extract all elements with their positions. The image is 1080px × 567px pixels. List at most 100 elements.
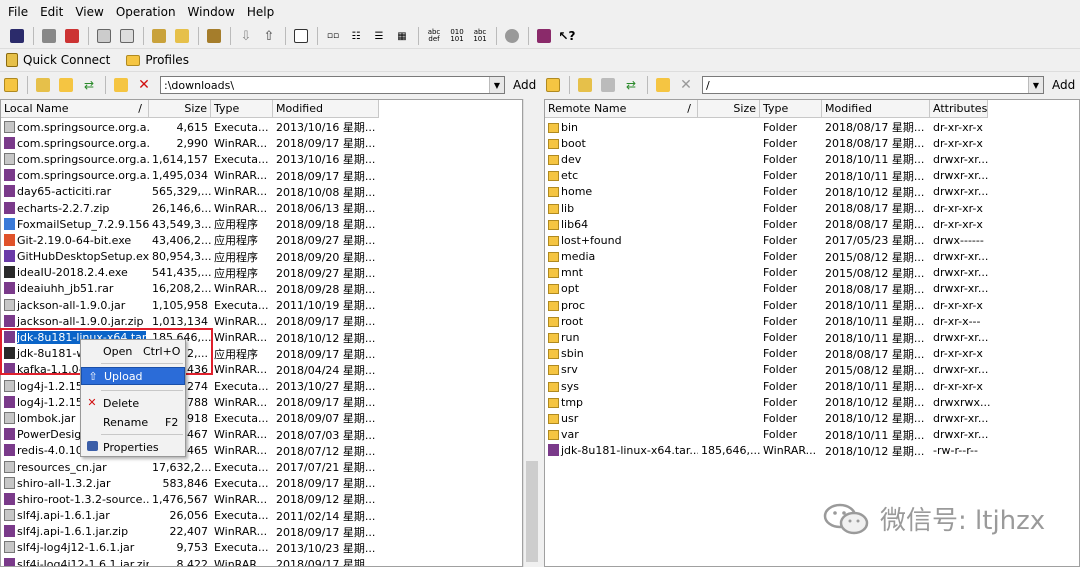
remote-file-list[interactable]: Remote Name / Size Type Modified Attribu…	[544, 99, 1080, 567]
filter-icon[interactable]	[203, 26, 225, 46]
download-icon[interactable]: ⇩	[235, 26, 257, 46]
table-row[interactable]: log4j-1.2.15j 274 Executa... 2013/10/27 星期.…	[1, 378, 379, 394]
table-row[interactable]: boot Folder 2018/08/17 星期... dr-xr-xr-x	[545, 135, 998, 151]
table-row[interactable]: run Folder 2018/10/11 星期... drwxr-xr...	[545, 329, 998, 345]
col-size[interactable]: Size	[149, 100, 211, 117]
remote-home-icon[interactable]	[574, 75, 596, 95]
table-row[interactable]: bin Folder 2018/08/17 星期... dr-xr-xr-x	[545, 119, 998, 135]
menu-window[interactable]: Window	[188, 5, 235, 19]
menu-item-rename[interactable]: Rename F2	[81, 413, 185, 431]
menu-operation[interactable]: Operation	[116, 5, 176, 19]
table-row[interactable]: com.springsource.org.a... 1,495,034 WinRAR…	[1, 168, 379, 184]
ascii-mode-icon[interactable]: abc def	[423, 26, 445, 46]
table-row[interactable]: log4j-1.2.15.j 788 WinRAR... 2018/09/17 星期.…	[1, 394, 379, 410]
local-refresh-icon[interactable]: ⇄	[78, 75, 100, 95]
table-row[interactable]: PowerDesign 467 WinRAR... 2018/07/03 星期...	[1, 427, 379, 443]
table-row[interactable]: shiro-root-1.3.2-source... 1,476,567 WinRA…	[1, 491, 379, 507]
table-row[interactable]: usr Folder 2018/10/12 星期... drwxr-xr...	[545, 410, 998, 426]
menu-edit[interactable]: Edit	[40, 5, 63, 19]
table-row[interactable]: GitHubDesktopSetup.exe 80,954,3... 应用程序 201…	[1, 249, 379, 265]
menu-help[interactable]: Help	[247, 5, 274, 19]
table-row[interactable]: slf4j-log4j12-1.6.1.jar 9,753 Executa... 20…	[1, 540, 379, 556]
table-row[interactable]: slf4j-log4j12-1.6.1.jar.zip 8,422 WinRAR..…	[1, 556, 379, 566]
table-row[interactable]: FoxmailSetup_7.2.9.156.... 43,549,3... 应用程…	[1, 216, 379, 232]
properties-icon[interactable]	[148, 26, 170, 46]
table-row[interactable]: kafka-1.1.0-s 436 WinRAR... 2018/04/24 星期..…	[1, 362, 379, 378]
table-row[interactable]: lib Folder 2018/08/17 星期... dr-xr-xr-x	[545, 200, 998, 216]
menu-view[interactable]: View	[75, 5, 103, 19]
col-modified[interactable]: Modified	[273, 100, 379, 117]
menu-item-open[interactable]: Open Ctrl+O	[81, 342, 185, 360]
table-row[interactable]: ideaIU-2018.2.4.exe 541,435,... 应用程序 2018/0…	[1, 265, 379, 281]
remote-add-button[interactable]: Add	[1052, 78, 1075, 92]
table-row[interactable]: jdk-8u181-wi 2,... 应用程序 2018/09/17 星期...	[1, 346, 379, 362]
table-row[interactable]: lombok.jar 918 Executa... 2018/09/07 星期...	[1, 410, 379, 426]
table-row[interactable]: etc Folder 2018/10/11 星期... drwxr-xr...	[545, 168, 998, 184]
table-row[interactable]: srv Folder 2015/08/12 星期... drwxr-xr...	[545, 362, 998, 378]
table-row[interactable]: var Folder 2018/10/11 星期... drwxr-xr...	[545, 427, 998, 443]
table-row[interactable]: jackson-all-1.9.0.jar.zip 1,013,134 WinRAR…	[1, 313, 379, 329]
table-row[interactable]: opt Folder 2018/08/17 星期... drwxr-xr...	[545, 281, 998, 297]
col-modified[interactable]: Modified	[822, 100, 930, 117]
table-row[interactable]: dev Folder 2018/10/11 星期... drwxr-xr...	[545, 151, 998, 167]
col-remote-name[interactable]: Remote Name /	[545, 100, 698, 117]
table-row[interactable]: ideaiuhh_jb51.rar 16,208,2... WinRAR... 201…	[1, 281, 379, 297]
menu-item-properties[interactable]: Properties	[81, 438, 185, 456]
table-row[interactable]: slf4j.api-1.6.1.jar 26,056 Executa... 2011/…	[1, 508, 379, 524]
table-row[interactable]: com.springsource.org.a... 4,615 Executa...…	[1, 119, 379, 135]
help-book-icon[interactable]	[533, 26, 555, 46]
table-row[interactable]: com.springsource.org.a... 1,614,157 Execut…	[1, 151, 379, 167]
view-tree-icon[interactable]: ☷	[345, 26, 367, 46]
table-row[interactable]: lost+found Folder 2017/05/23 星期... drwx----…	[545, 232, 998, 248]
table-row[interactable]: media Folder 2015/08/12 星期... drwxr-xr...	[545, 249, 998, 265]
remote-delete-icon[interactable]: ✕	[675, 75, 697, 95]
local-folder-up-icon[interactable]	[0, 75, 22, 95]
folder-new-icon[interactable]	[171, 26, 193, 46]
table-row[interactable]: sys Folder 2018/10/11 星期... dr-xr-xr-x	[545, 378, 998, 394]
table-row[interactable]: home Folder 2018/10/12 星期... drwxr-xr...	[545, 184, 998, 200]
col-size[interactable]: Size	[698, 100, 760, 117]
table-row[interactable]: jdk-8u181-linux-x64.tar 185,646,... WinRAR…	[1, 329, 379, 345]
table-row[interactable]: slf4j.api-1.6.1.jar.zip 22,407 WinRAR... 20…	[1, 524, 379, 540]
view-details-icon[interactable]: ▦	[391, 26, 413, 46]
whats-this-icon[interactable]: ↖?	[556, 26, 578, 46]
table-row[interactable]: shiro-all-1.3.2.jar 583,846 Executa... 2018…	[1, 475, 379, 491]
table-row[interactable]: day65-acticiti.rar 565,329,... WinRAR... 20…	[1, 184, 379, 200]
local-scrollbar-thumb[interactable]	[526, 461, 538, 562]
menu-item-delete[interactable]: ✕ Delete	[81, 394, 185, 412]
table-row[interactable]: Git-2.19.0-64-bit.exe 43,406,2... 应用程序 2018…	[1, 232, 379, 248]
table-row[interactable]: sbin Folder 2018/08/17 星期... dr-xr-xr-x	[545, 346, 998, 362]
col-local-name[interactable]: Local Name /	[1, 100, 149, 117]
col-attributes[interactable]: Attributes	[930, 100, 988, 117]
save-icon[interactable]	[6, 26, 28, 46]
paste-icon[interactable]	[116, 26, 138, 46]
table-row[interactable]: jackson-all-1.9.0.jar 1,105,958 Executa...…	[1, 297, 379, 313]
table-row[interactable]: jdk-8u181-linux-x64.tar.... 185,646,... Wi…	[545, 443, 998, 459]
quick-connect-button[interactable]: Quick Connect	[6, 53, 110, 67]
disconnect-icon[interactable]	[61, 26, 83, 46]
remote-new-folder-icon[interactable]	[652, 75, 674, 95]
table-row[interactable]: resources_cn.jar 17,632,2... Executa... 201…	[1, 459, 379, 475]
chevron-down-icon[interactable]: ▼	[1028, 77, 1043, 93]
col-type[interactable]: Type	[211, 100, 273, 117]
remote-folder-up-icon[interactable]	[542, 75, 564, 95]
local-path-input[interactable]: :\downloads\ ▼	[160, 76, 505, 94]
local-add-button[interactable]: Add	[513, 78, 536, 92]
local-scrollbar[interactable]	[523, 99, 540, 567]
menu-file[interactable]: File	[8, 5, 28, 19]
col-type[interactable]: Type	[760, 100, 822, 117]
auto-mode-icon[interactable]: abc 101	[469, 26, 491, 46]
stop-icon[interactable]	[501, 26, 523, 46]
table-row[interactable]: com.springsource.org.a... 2,990 WinRAR... 2…	[1, 135, 379, 151]
local-delete-icon[interactable]: ✕	[133, 75, 155, 95]
table-row[interactable]: lib64 Folder 2018/08/17 星期... dr-xr-xr-x	[545, 216, 998, 232]
chevron-down-icon[interactable]: ▼	[489, 77, 504, 93]
table-row[interactable]: mnt Folder 2015/08/12 星期... drwxr-xr...	[545, 265, 998, 281]
view-list-icon[interactable]: ☰	[368, 26, 390, 46]
binary-mode-icon[interactable]: 010 101	[446, 26, 468, 46]
view-large-icon[interactable]	[290, 26, 312, 46]
table-row[interactable]: proc Folder 2018/10/11 星期... dr-xr-xr-x	[545, 297, 998, 313]
table-row[interactable]: root Folder 2018/10/11 星期... dr-xr-x---	[545, 313, 998, 329]
upload-icon[interactable]: ⇧	[258, 26, 280, 46]
local-new-folder-icon[interactable]	[110, 75, 132, 95]
